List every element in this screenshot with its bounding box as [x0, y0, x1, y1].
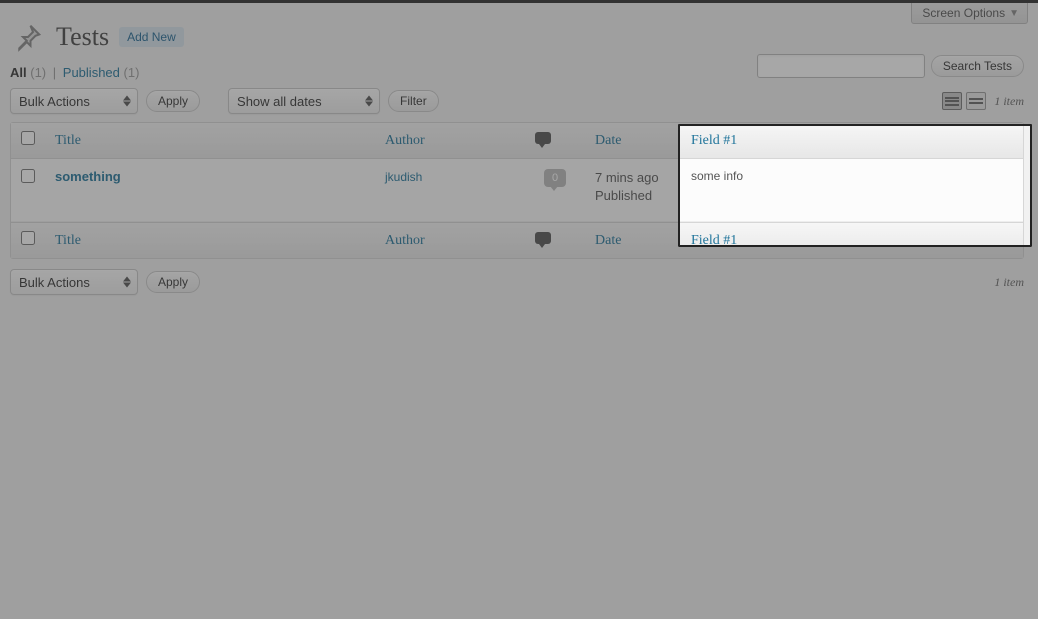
screen-options-label: Screen Options — [922, 6, 1005, 20]
item-count-bottom: 1 item — [994, 275, 1024, 290]
dim-overlay — [0, 247, 1038, 619]
column-field1-header: Field #1 — [681, 123, 1023, 159]
column-comments-header[interactable] — [525, 123, 585, 159]
view-excerpt-icon[interactable] — [966, 92, 986, 110]
row-checkbox[interactable] — [21, 169, 35, 183]
filter-published[interactable]: Published — [63, 65, 120, 80]
pushpin-icon — [10, 19, 46, 55]
column-author-footer[interactable]: Author — [375, 222, 525, 258]
page-title: Tests — [56, 22, 109, 52]
column-title-footer[interactable]: Title — [45, 222, 375, 258]
filter-published-count: (1) — [124, 65, 140, 80]
column-date-footer[interactable]: Date — [585, 222, 681, 258]
select-all-top[interactable] — [21, 131, 35, 145]
select-all-bottom[interactable] — [21, 231, 35, 245]
column-field1-footer: Field #1 — [681, 222, 1023, 258]
item-count-top: 1 item — [994, 94, 1024, 109]
filter-all[interactable]: All — [10, 65, 27, 80]
chevron-down-icon: ▼ — [1009, 8, 1019, 19]
table-row: something jkudish 0 7 mins ago Published… — [11, 159, 1023, 222]
view-list-icon[interactable] — [942, 92, 962, 110]
comment-icon — [535, 232, 551, 244]
bulk-actions-select[interactable]: Bulk Actions — [10, 88, 138, 114]
add-new-button[interactable]: Add New — [119, 27, 184, 47]
posts-table: Title Author Date Field #1 something jku… — [10, 122, 1024, 259]
date-filter-select[interactable]: Show all dates — [228, 88, 380, 114]
apply-button-bottom[interactable]: Apply — [146, 271, 200, 293]
comment-count-bubble[interactable]: 0 — [544, 169, 566, 187]
screen-options-toggle[interactable]: Screen Options ▼ — [911, 3, 1028, 24]
apply-button-top[interactable]: Apply — [146, 90, 200, 112]
column-comments-footer[interactable] — [525, 222, 585, 258]
filter-all-count: (1) — [30, 65, 46, 80]
search-input[interactable] — [757, 54, 925, 78]
comment-icon — [535, 132, 551, 144]
post-date: 7 mins ago Published — [585, 159, 681, 222]
post-field1-value: some info — [681, 159, 1023, 222]
filter-button[interactable]: Filter — [388, 90, 439, 112]
page-heading: Tests Add New — [10, 19, 1024, 55]
post-title-link[interactable]: something — [55, 169, 121, 184]
column-author-header[interactable]: Author — [375, 123, 525, 159]
search-button[interactable]: Search Tests — [931, 55, 1024, 77]
column-title-header[interactable]: Title — [45, 123, 375, 159]
column-date-header[interactable]: Date — [585, 123, 681, 159]
bulk-actions-select-bottom[interactable]: Bulk Actions — [10, 269, 138, 295]
post-author-link[interactable]: jkudish — [385, 170, 422, 184]
